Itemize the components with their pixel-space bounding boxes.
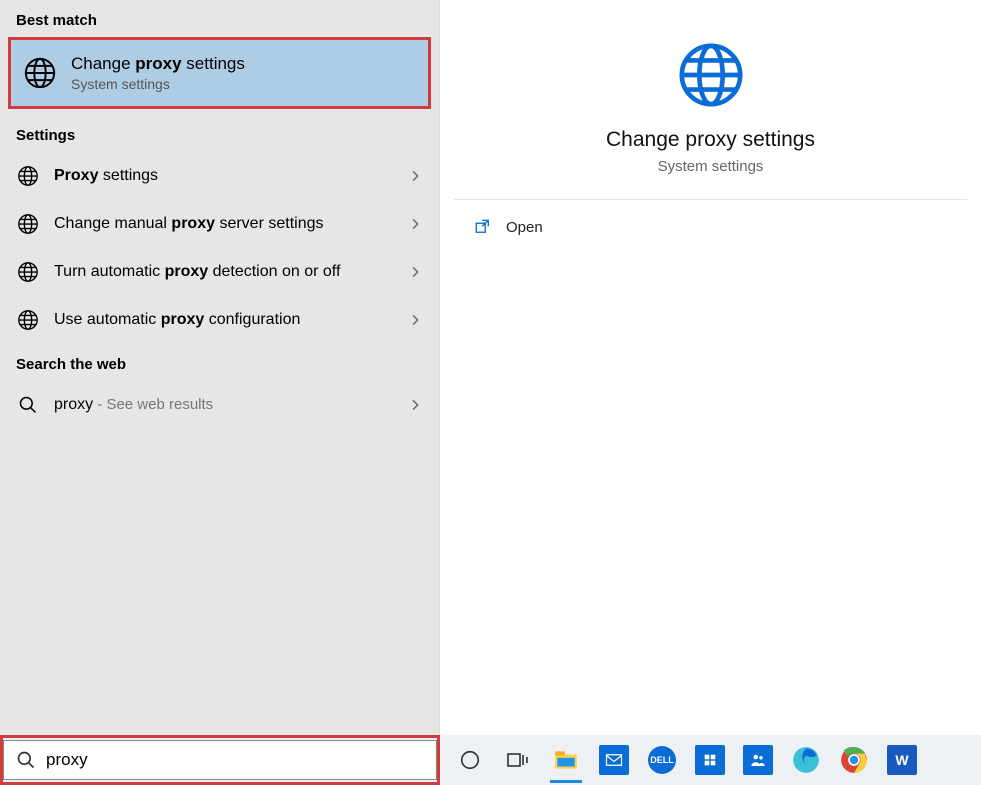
- best-match-subtitle: System settings: [71, 76, 245, 92]
- file-explorer-button[interactable]: [542, 735, 590, 785]
- mail-button[interactable]: [590, 735, 638, 785]
- settings-result[interactable]: Use automatic proxy configuration: [0, 296, 439, 344]
- taskbar-icons: DELL: [440, 735, 926, 785]
- word-icon: W: [887, 745, 917, 775]
- chevron-right-icon: [407, 312, 423, 328]
- mail-icon: [599, 745, 629, 775]
- chrome-button[interactable]: [830, 735, 878, 785]
- best-match-result[interactable]: Change proxy settings System settings: [11, 40, 428, 106]
- search-results-panel: Best match Change proxy settings System …: [0, 0, 440, 735]
- web-result-label: proxy - See web results: [54, 394, 393, 416]
- settings-result-label: Turn automatic proxy detection on or off: [54, 261, 393, 283]
- chrome-icon: [840, 746, 868, 774]
- open-action[interactable]: Open: [440, 200, 981, 254]
- globe-icon: [676, 40, 746, 110]
- settings-result-label: Proxy settings: [54, 165, 393, 187]
- settings-result[interactable]: Turn automatic proxy detection on or off: [0, 248, 439, 296]
- preview-hero: Change proxy settings System settings: [454, 0, 967, 200]
- dell-icon: DELL: [648, 746, 676, 774]
- taskbar-search-box[interactable]: [3, 740, 437, 780]
- settings-results-list: Proxy settings Change manual proxy server…: [0, 152, 439, 344]
- search-icon: [16, 750, 36, 770]
- settings-result-label: Change manual proxy server settings: [54, 213, 393, 235]
- edge-icon: [792, 746, 820, 774]
- preview-title: Change proxy settings: [454, 128, 967, 152]
- chevron-right-icon: [407, 168, 423, 184]
- globe-icon: [16, 260, 40, 284]
- search-highlight-box: [0, 735, 440, 785]
- globe-icon: [16, 212, 40, 236]
- section-header-settings: Settings: [0, 115, 439, 152]
- contacts-button[interactable]: [734, 735, 782, 785]
- chevron-right-icon: [407, 216, 423, 232]
- web-search-result[interactable]: proxy - See web results: [0, 381, 439, 429]
- open-icon: [474, 218, 492, 236]
- search-input[interactable]: [46, 750, 436, 770]
- taskbar-search-wrap: [0, 735, 440, 785]
- taskbar: DELL: [0, 735, 981, 785]
- globe-icon: [16, 308, 40, 332]
- section-header-best-match: Best match: [0, 0, 439, 37]
- best-match-title: Change proxy settings: [71, 54, 245, 74]
- store-icon: [695, 745, 725, 775]
- search-icon: [16, 393, 40, 417]
- preview-subtitle: System settings: [454, 158, 967, 175]
- contacts-icon: [743, 745, 773, 775]
- settings-result[interactable]: Change manual proxy server settings: [0, 200, 439, 248]
- open-label: Open: [506, 219, 543, 236]
- ms-store-button[interactable]: [686, 735, 734, 785]
- task-view-button[interactable]: [494, 735, 542, 785]
- chevron-right-icon: [407, 264, 423, 280]
- best-match-highlight-box: Change proxy settings System settings: [8, 37, 431, 109]
- settings-result-label: Use automatic proxy configuration: [54, 309, 393, 331]
- word-button[interactable]: W: [878, 735, 926, 785]
- globe-icon: [23, 56, 57, 90]
- best-match-text: Change proxy settings System settings: [71, 54, 245, 92]
- preview-panel: Change proxy settings System settings Op…: [440, 0, 981, 735]
- dell-button[interactable]: DELL: [638, 735, 686, 785]
- globe-icon: [16, 164, 40, 188]
- settings-result[interactable]: Proxy settings: [0, 152, 439, 200]
- cortana-button[interactable]: [446, 735, 494, 785]
- section-header-web: Search the web: [0, 344, 439, 381]
- chevron-right-icon: [407, 397, 423, 413]
- edge-button[interactable]: [782, 735, 830, 785]
